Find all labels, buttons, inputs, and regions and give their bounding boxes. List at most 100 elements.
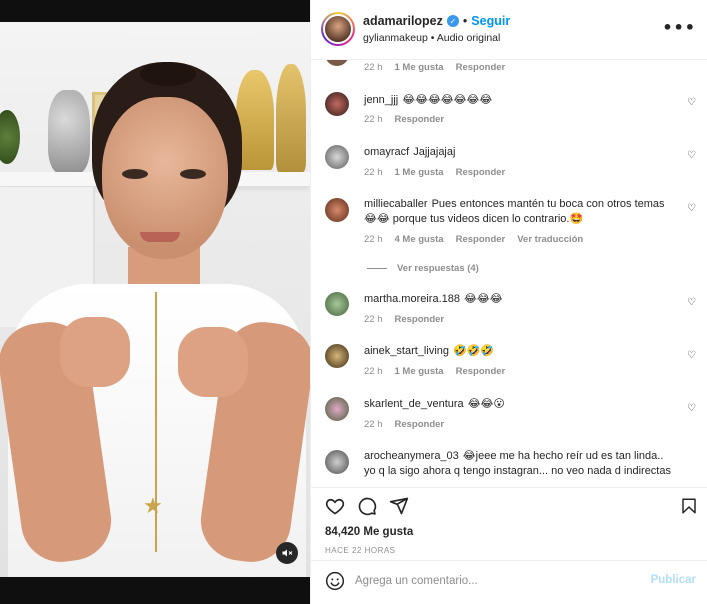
comment-text: omayracf Jajjajajaj xyxy=(364,145,674,160)
comment-avatar[interactable] xyxy=(325,397,349,421)
background-trophy xyxy=(276,64,306,172)
save-button[interactable] xyxy=(677,494,701,518)
publish-button[interactable]: Publicar xyxy=(651,574,696,586)
heart-icon[interactable]: ♡ xyxy=(687,403,696,414)
comment-username[interactable]: arocheanymera_03 xyxy=(364,450,459,462)
comment-username[interactable]: jenn_jjj xyxy=(364,94,398,106)
comment-body: 😂😂😂 xyxy=(464,293,503,305)
heart-icon[interactable]: ♡ xyxy=(687,97,696,108)
comment-time[interactable]: 22 h xyxy=(364,114,383,125)
follow-button[interactable]: Seguir xyxy=(471,14,510,28)
comment-username[interactable]: milliecaballer xyxy=(364,198,428,210)
reply-button[interactable]: Responder xyxy=(456,366,506,377)
more-options-icon[interactable]: ••• xyxy=(662,18,696,37)
post-panel: adamarilopez ✓ • Seguir gylianmakeup • A… xyxy=(310,0,707,604)
comment-avatar[interactable] xyxy=(325,145,349,169)
comment-meta: 22 h Responder xyxy=(364,314,444,325)
bookmark-icon xyxy=(682,498,696,514)
comments-list[interactable]: 22 h 1 Me gusta Responder jenn_jjj 😂😂😂😂😂😂… xyxy=(311,60,707,487)
comment-avatar[interactable] xyxy=(325,292,349,316)
comment-time[interactable]: 22 h xyxy=(364,167,383,178)
post-header: adamarilopez ✓ • Seguir gylianmakeup • A… xyxy=(311,0,707,60)
comment-username[interactable]: martha.moreira.188 xyxy=(364,293,460,305)
comment-body: 😂😂😂😂😂😂😂 xyxy=(402,94,493,106)
comment-button[interactable] xyxy=(355,494,379,518)
heart-icon[interactable]: ♡ xyxy=(687,350,696,361)
comment-text: arocheanymera_03 😂jeee me ha hecho reír u… xyxy=(364,449,674,479)
background-plant xyxy=(0,110,20,164)
comment-body: 😂😂😮 xyxy=(467,398,505,410)
comment-likes[interactable]: 1 Me gusta xyxy=(395,167,444,178)
person-fist xyxy=(60,317,130,387)
comment-time[interactable]: 22 h xyxy=(364,234,383,245)
comment-username[interactable]: omayracf xyxy=(364,146,409,158)
add-comment-bar: Publicar xyxy=(311,560,707,604)
like-button[interactable] xyxy=(323,494,347,518)
post-timestamp[interactable]: HACE 22 HORAS xyxy=(325,546,396,555)
comment-meta: 22 h Responder xyxy=(364,419,444,430)
person-fist xyxy=(178,327,248,397)
reply-button[interactable]: Responder xyxy=(456,167,506,178)
author-line: adamarilopez ✓ • Seguir xyxy=(363,14,510,28)
comment-time[interactable]: 22 h xyxy=(364,419,383,430)
comment-avatar[interactable] xyxy=(325,344,349,368)
comment-username[interactable]: skarlent_de_ventura xyxy=(364,398,464,410)
comment-text: milliecaballer Pues entonces mantén tu bo… xyxy=(364,197,674,227)
view-replies-label: Ver respuestas (4) xyxy=(397,263,479,274)
comment-time[interactable]: 22 h xyxy=(364,366,383,377)
comment-text: skarlent_de_ventura 😂😂😮 xyxy=(364,397,674,412)
comment-likes[interactable]: 1 Me gusta xyxy=(395,366,444,377)
person-hair-bun xyxy=(140,62,196,86)
heart-icon[interactable]: ♡ xyxy=(687,203,696,214)
comment-avatar[interactable] xyxy=(325,92,349,116)
share-button[interactable] xyxy=(387,494,411,518)
comment-time[interactable]: 22 h xyxy=(364,62,383,73)
likes-count[interactable]: 84,420 Me gusta xyxy=(325,526,413,538)
reply-button[interactable]: Responder xyxy=(456,62,506,73)
author-avatar[interactable] xyxy=(321,12,355,46)
post-subtitle[interactable]: gylianmakeup • Audio original xyxy=(363,32,500,44)
verified-icon: ✓ xyxy=(446,15,459,27)
comment-input[interactable] xyxy=(355,571,645,591)
reply-button[interactable]: Responder xyxy=(456,234,506,245)
heart-icon[interactable]: ♡ xyxy=(687,150,696,161)
comment-meta: 22 h 1 Me gusta Responder xyxy=(364,366,505,377)
comment-meta: 22 h 4 Me gusta Responder Ver traducción xyxy=(364,234,583,245)
comment-username[interactable]: ainek_start_living xyxy=(364,345,449,357)
comment-meta: 22 h Responder xyxy=(364,114,444,125)
person-mouth xyxy=(140,232,180,242)
author-username[interactable]: adamarilopez xyxy=(363,14,443,28)
post-media[interactable]: ★ xyxy=(0,0,310,604)
comment-body: Jajjajajaj xyxy=(413,146,456,158)
comment-meta: 22 h 1 Me gusta Responder xyxy=(364,167,505,178)
person-eye xyxy=(180,169,206,179)
comment-time[interactable]: 22 h xyxy=(364,314,383,325)
replies-line xyxy=(367,268,387,269)
comment-text: ainek_start_living 🤣🤣🤣 xyxy=(364,344,674,359)
comment-likes[interactable]: 1 Me gusta xyxy=(395,62,444,73)
reply-button[interactable]: Responder xyxy=(395,114,445,125)
person-eye xyxy=(122,169,148,179)
view-replies-button[interactable]: Ver respuestas (4) xyxy=(367,263,479,274)
mute-icon xyxy=(282,549,293,557)
comment-meta: 22 h 1 Me gusta Responder xyxy=(364,62,505,73)
comment-text: jenn_jjj 😂😂😂😂😂😂😂 xyxy=(364,93,674,108)
separator-dot: • xyxy=(462,14,468,28)
comment-avatar[interactable] xyxy=(325,60,349,66)
mute-button[interactable] xyxy=(276,542,298,564)
comment-text: martha.moreira.188 😂😂😂 xyxy=(364,292,674,307)
post-video[interactable]: ★ xyxy=(0,22,310,577)
comment-avatar[interactable] xyxy=(325,450,349,474)
comment-avatar[interactable] xyxy=(325,198,349,222)
comment-icon xyxy=(358,497,377,516)
reply-button[interactable]: Responder xyxy=(395,419,445,430)
background-vase xyxy=(48,90,90,174)
share-icon xyxy=(389,497,409,515)
comment-body: 🤣🤣🤣 xyxy=(453,345,495,357)
emoji-button[interactable] xyxy=(325,571,345,591)
translate-button[interactable]: Ver traducción xyxy=(517,234,583,245)
comment-likes[interactable]: 4 Me gusta xyxy=(395,234,444,245)
heart-icon xyxy=(325,498,345,515)
reply-button[interactable]: Responder xyxy=(395,314,445,325)
heart-icon[interactable]: ♡ xyxy=(687,297,696,308)
